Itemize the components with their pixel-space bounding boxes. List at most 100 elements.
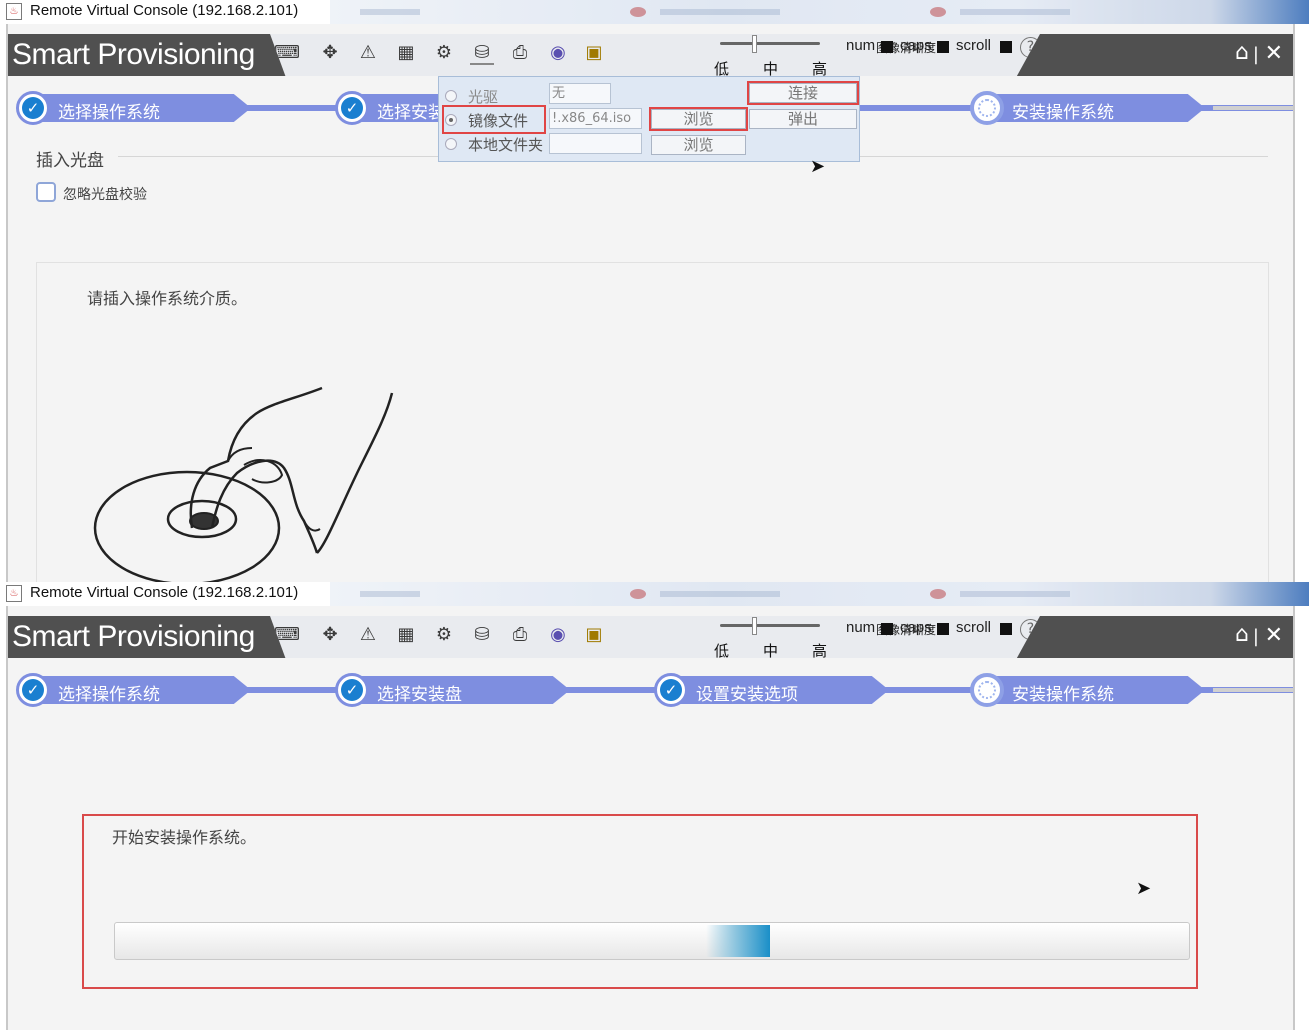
step-status: ✓ [335, 91, 369, 125]
toolbar: Smart Provisioning ⌨ ✥ ⚠ ▦ ⚙ ⛁ ⎙ ◉ ▣ 图像清… [8, 616, 1293, 658]
browse-folder-button[interactable]: 浏览 [651, 135, 746, 155]
virtual-media-icon[interactable]: ⛁ [470, 623, 494, 647]
slider-track[interactable] [720, 42, 820, 45]
insert-message: 请插入操作系统介质。 [87, 289, 248, 308]
video-icon[interactable]: ▣ [582, 623, 606, 647]
screenshot-icon[interactable]: ▦ [394, 41, 418, 65]
scroll-lock-label: scroll [956, 37, 992, 54]
steps-track-end [1213, 688, 1293, 692]
floppy-icon[interactable]: ⎙ [508, 41, 532, 65]
step-status: ✓ [654, 673, 688, 707]
mouse-icon[interactable]: ⚠ [356, 41, 380, 65]
home-icon[interactable]: ⌂ [1235, 622, 1249, 647]
quality-low: 低 [714, 642, 730, 660]
toolbar-controls: ⌨ ✥ ⚠ ▦ ⚙ ⛁ ⎙ ◉ ▣ 图像清晰度 低 中 高 num caps s… [270, 616, 1040, 658]
power-icon[interactable]: ⚙ [432, 623, 456, 647]
mouse-cursor-icon: ➤ [810, 156, 826, 177]
progress-ring-icon [978, 99, 996, 117]
scroll-lock-indicator [1000, 623, 1012, 635]
folder-path-field[interactable] [549, 133, 642, 154]
window-titlebar: ♨ Remote Virtual Console (192.168.2.101) [0, 582, 1309, 606]
section-title: 插入光盘 [36, 151, 104, 171]
virtual-media-popup: 光驱 无 镜像文件 !.x86_64.iso 浏览 本地文件夹 浏览 连接 弹出 [438, 76, 860, 162]
eject-button[interactable]: 弹出 [749, 109, 857, 129]
java-icon: ♨ [6, 3, 22, 20]
step-label: 选择安装盘 [377, 685, 462, 705]
video-icon[interactable]: ▣ [582, 41, 606, 65]
java-icon: ♨ [6, 585, 22, 602]
step-status: ✓ [16, 91, 50, 125]
step-label: 选择安装 [377, 103, 445, 123]
console-screenshot-2: ♨ Remote Virtual Console (192.168.2.101)… [0, 582, 1309, 1030]
cdrom-label: 光驱 [468, 88, 499, 106]
toolbar-controls: ⌨ ✥ ⚠ ▦ ⚙ ⛁ ⎙ ◉ ▣ 图像清晰度 低 中 高 num caps s… [270, 34, 1040, 76]
console-frame: Smart Provisioning ⌨ ✥ ⚠ ▦ ⚙ ⛁ ⎙ ◉ ▣ 图像清… [6, 24, 1295, 582]
step-label: 安装操作系统 [1012, 685, 1114, 705]
check-icon: ✓ [341, 679, 363, 701]
mouse-cursor-icon: ➤ [1136, 878, 1152, 899]
brand-title: Smart Provisioning [12, 620, 255, 653]
cdrom-select[interactable]: 无 [549, 83, 611, 104]
step-status: ✓ [335, 673, 369, 707]
num-lock-label: num [846, 619, 876, 636]
step-status-current [970, 91, 1004, 125]
check-icon: ✓ [341, 97, 363, 119]
virtual-media-icon[interactable]: ⛁ [470, 41, 494, 65]
ignore-verify-checkbox[interactable] [36, 182, 56, 202]
toolbar-separator: | [1252, 626, 1259, 647]
help-icon[interactable]: ? [1020, 37, 1040, 58]
step-label: 设置安装选项 [696, 685, 798, 705]
close-icon[interactable]: ✕ [1265, 623, 1283, 648]
highlight-box [82, 814, 1198, 989]
image-path-field[interactable]: !.x86_64.iso [549, 108, 642, 129]
caps-lock-indicator [937, 41, 949, 53]
slider-thumb[interactable] [752, 617, 757, 635]
move-icon[interactable]: ✥ [318, 623, 342, 647]
close-icon[interactable]: ✕ [1265, 41, 1283, 66]
folder-label: 本地文件夹 [468, 136, 544, 154]
check-icon: ✓ [22, 679, 44, 701]
scroll-lock-label: scroll [956, 619, 992, 636]
window-title: Remote Virtual Console (192.168.2.101) [30, 584, 299, 601]
steps-track-end [1213, 106, 1293, 110]
insert-media-box: 请插入操作系统介质。 [36, 262, 1269, 582]
quality-mid: 中 [763, 642, 779, 660]
caps-lock-indicator [937, 623, 949, 635]
help-icon[interactable]: ? [1020, 619, 1040, 640]
taskbar-background [330, 0, 1309, 24]
power-icon[interactable]: ⚙ [432, 41, 456, 65]
folder-radio[interactable] [445, 138, 457, 150]
num-lock-indicator [881, 623, 893, 635]
caps-lock-label: caps [900, 37, 932, 54]
window-titlebar: ♨ Remote Virtual Console (192.168.2.101) [0, 0, 1309, 24]
num-lock-indicator [881, 41, 893, 53]
slider-thumb[interactable] [752, 35, 757, 53]
quality-high: 高 [812, 642, 828, 660]
console-screenshot-1: ♨ Remote Virtual Console (192.168.2.101)… [0, 0, 1309, 582]
step-status-current [970, 673, 1004, 707]
step-label: 选择操作系统 [58, 103, 160, 123]
mouse-icon[interactable]: ⚠ [356, 623, 380, 647]
connect-button[interactable]: 连接 [747, 81, 859, 105]
insert-disc-illustration [93, 386, 394, 582]
num-lock-label: num [846, 37, 876, 54]
browse-image-button[interactable]: 浏览 [649, 107, 748, 131]
ignore-verify-label[interactable]: 忽略光盘校验 [63, 184, 147, 204]
cdrom-icon[interactable]: ◉ [546, 41, 570, 65]
keyboard-icon[interactable]: ⌨ [274, 41, 300, 65]
cdrom-icon[interactable]: ◉ [546, 623, 570, 647]
keyboard-icon[interactable]: ⌨ [274, 623, 300, 647]
floppy-icon[interactable]: ⎙ [508, 623, 532, 647]
step-label: 安装操作系统 [1012, 103, 1114, 123]
step-label: 选择操作系统 [58, 685, 160, 705]
move-icon[interactable]: ✥ [318, 41, 342, 65]
slider-track[interactable] [720, 624, 820, 627]
check-icon: ✓ [660, 679, 682, 701]
check-icon: ✓ [22, 97, 44, 119]
window-title: Remote Virtual Console (192.168.2.101) [30, 2, 299, 19]
image-row-highlight [442, 105, 546, 134]
home-icon[interactable]: ⌂ [1235, 40, 1249, 65]
cdrom-radio[interactable] [445, 90, 457, 102]
toolbar: Smart Provisioning ⌨ ✥ ⚠ ▦ ⚙ ⛁ ⎙ ◉ ▣ 图像清… [8, 34, 1293, 76]
screenshot-icon[interactable]: ▦ [394, 623, 418, 647]
